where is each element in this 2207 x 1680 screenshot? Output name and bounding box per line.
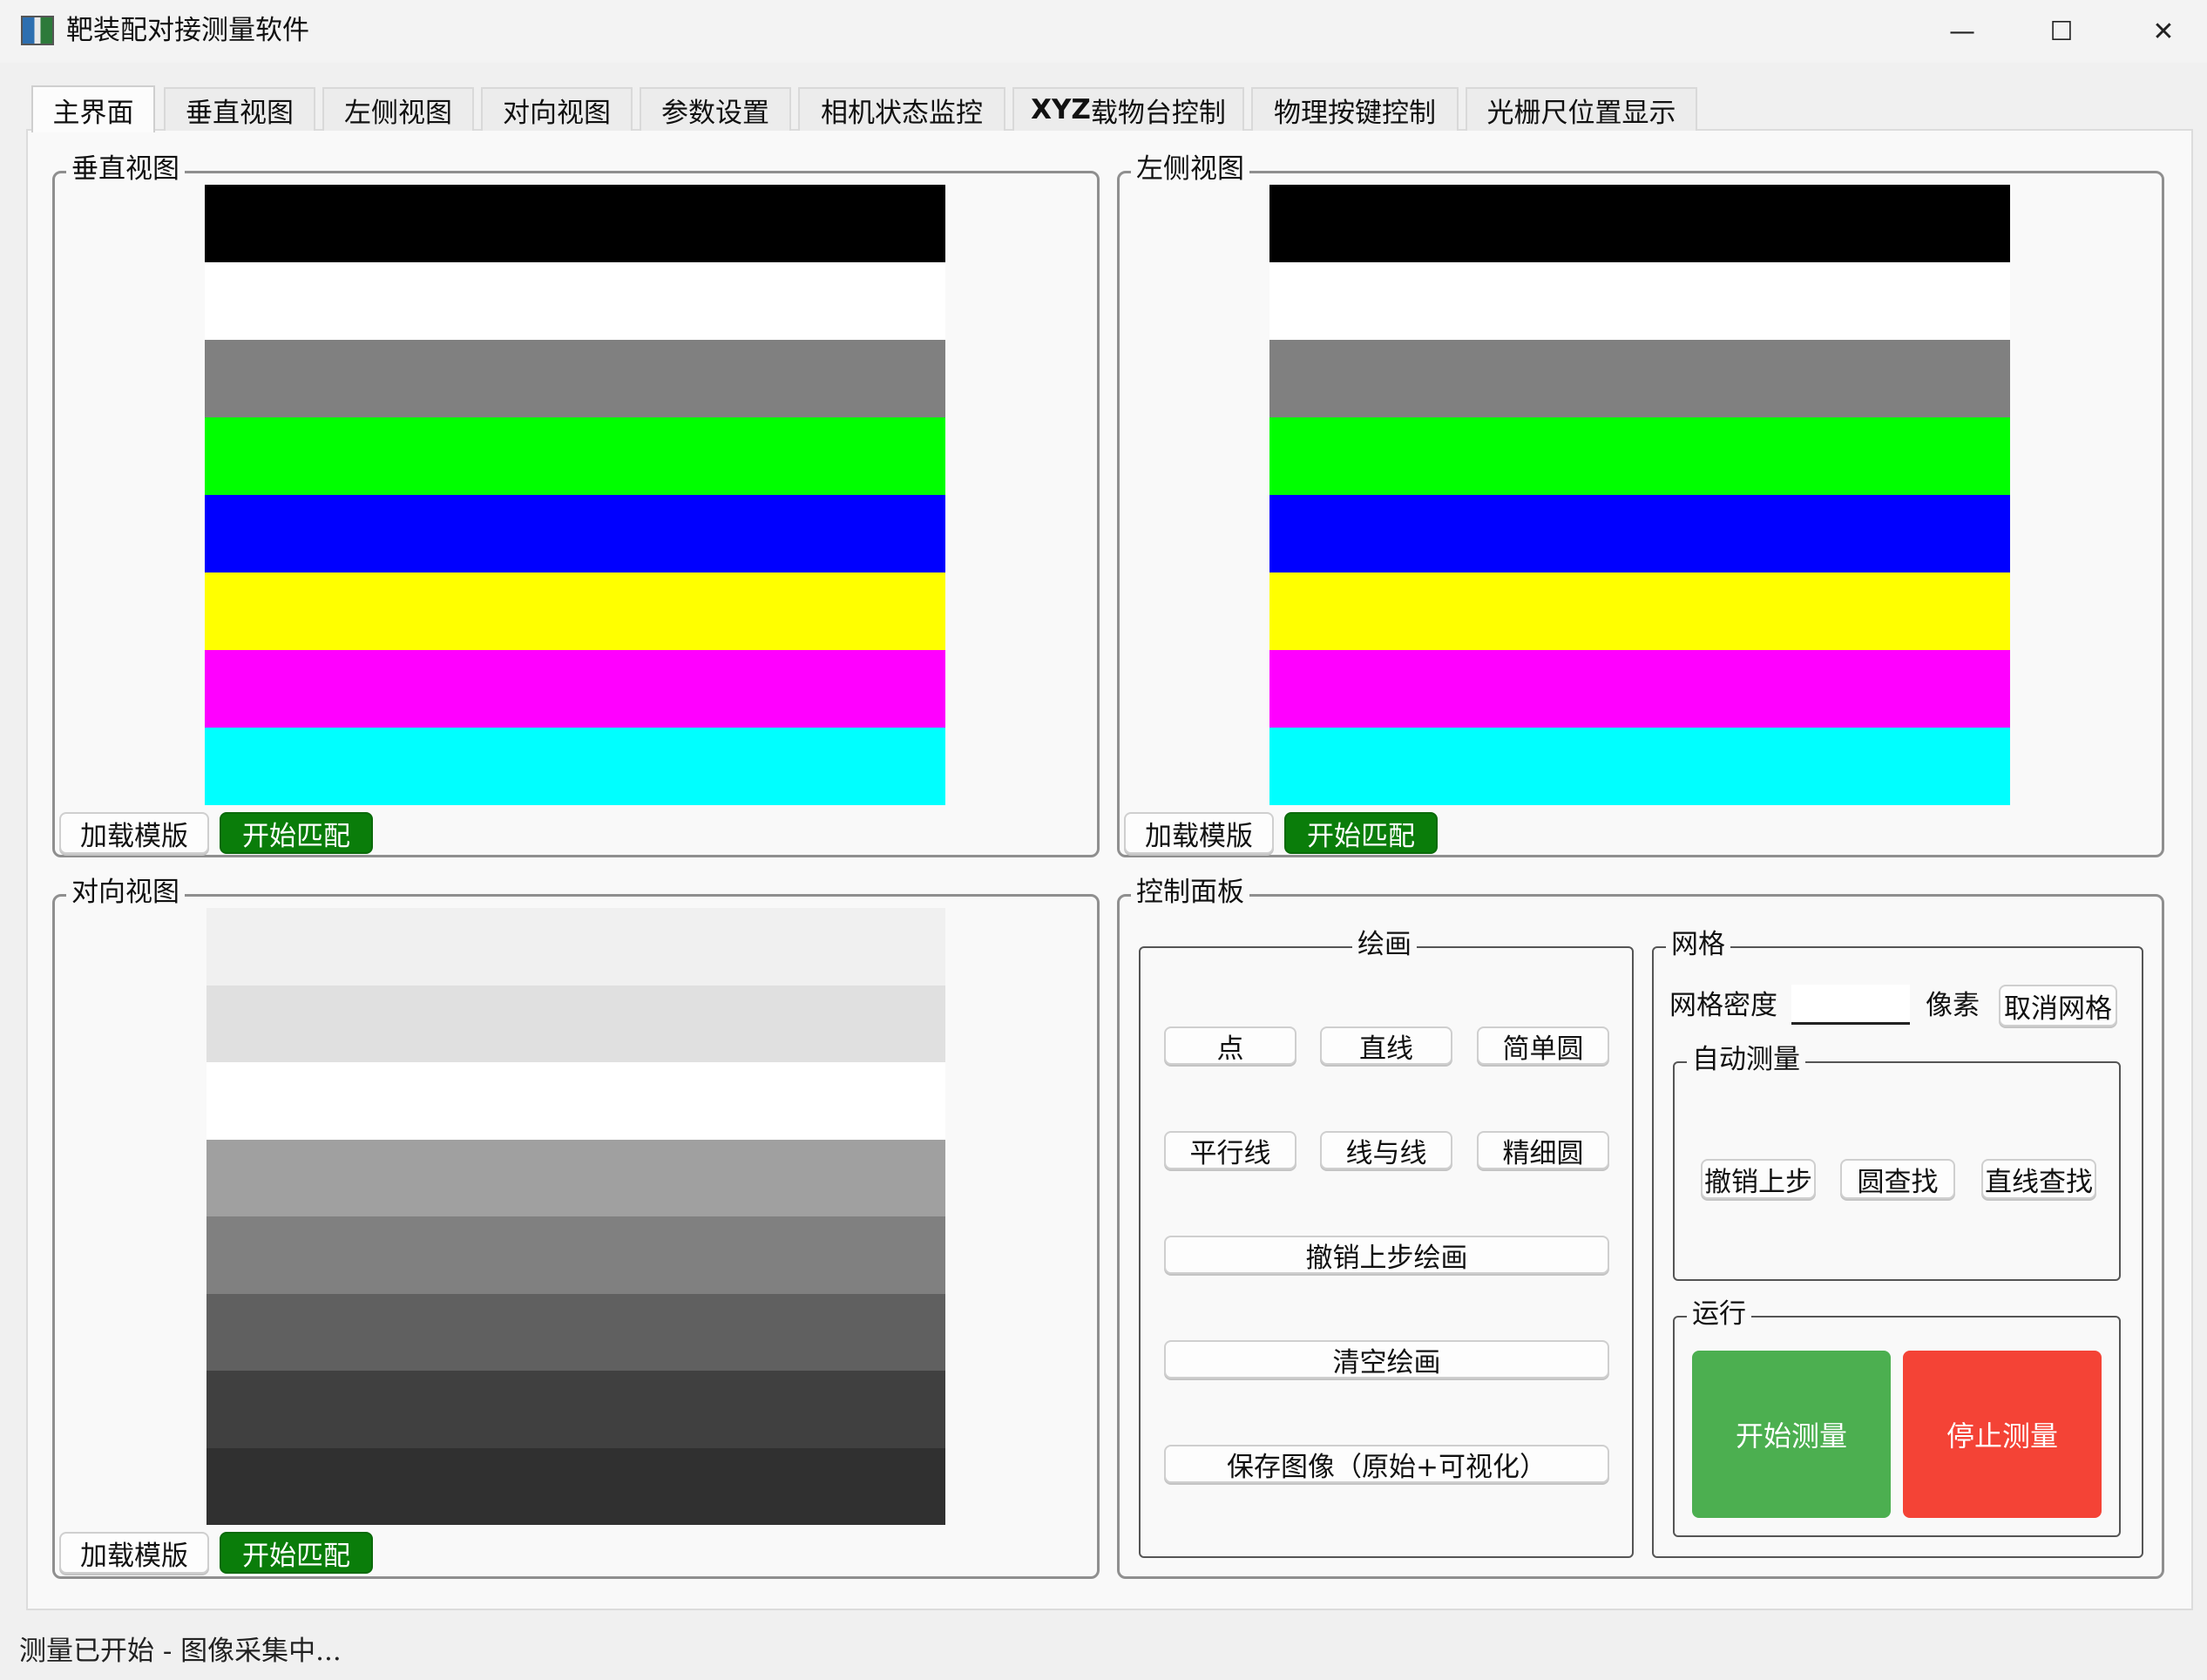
tab-opposite-view[interactable]: 对向视图 (481, 87, 633, 131)
stop-measure-button[interactable]: 停止测量 (1903, 1351, 2102, 1518)
drawing-title: 绘画 (1352, 929, 1417, 960)
draw-line-button[interactable]: 直线 (1320, 1026, 1452, 1065)
draw-parallel-lines-button[interactable]: 平行线 (1164, 1131, 1296, 1169)
draw-point-button[interactable]: 点 (1164, 1026, 1296, 1065)
image-band (205, 417, 945, 495)
image-band (206, 1293, 945, 1371)
tab-parameter-settings[interactable]: 参数设置 (640, 87, 791, 131)
image-band (206, 985, 945, 1062)
app-icon (21, 16, 54, 45)
image-band (206, 908, 945, 986)
grid-density-label: 网格密度 (1669, 990, 1777, 1021)
left-view-image[interactable] (1269, 185, 2010, 805)
image-band (205, 340, 945, 417)
tab-grating-position[interactable]: 光栅尺位置显示 (1466, 87, 1697, 131)
vertical-view-image[interactable] (205, 185, 945, 805)
control-panel-title: 控制面板 (1131, 877, 1249, 908)
tab-xyz-stage-control[interactable]: XYZ 载物台控制 (1012, 87, 1244, 131)
undo-drawing-button[interactable]: 撤销上步绘画 (1164, 1236, 1609, 1274)
close-button[interactable]: ✕ (2112, 0, 2207, 63)
tab-physical-keys[interactable]: 物理按键控制 (1251, 87, 1459, 131)
image-band (206, 1447, 945, 1525)
image-band (1269, 728, 2010, 805)
draw-simple-circle-button[interactable]: 简单圆 (1477, 1026, 1609, 1065)
tab-xyz-prefix: XYZ (1031, 94, 1091, 125)
image-band (1269, 340, 2010, 417)
image-band (205, 650, 945, 728)
image-band (1269, 262, 2010, 340)
start-measure-button[interactable]: 开始测量 (1692, 1351, 1891, 1518)
draw-fine-circle-button[interactable]: 精细圆 (1477, 1131, 1609, 1169)
image-band (1269, 572, 2010, 650)
opposite-view-image[interactable] (206, 908, 945, 1525)
auto-measure-title: 自动测量 (1687, 1044, 1805, 1075)
grid-title: 网格 (1666, 929, 1730, 960)
tab-vertical-view[interactable]: 垂直视图 (164, 87, 315, 131)
image-band (1269, 417, 2010, 495)
circle-find-button[interactable]: 圆查找 (1840, 1159, 1955, 1199)
left-view-title: 左侧视图 (1131, 153, 1249, 185)
vertical-view-title: 垂直视图 (66, 153, 185, 185)
draw-line-to-line-button[interactable]: 线与线 (1320, 1131, 1452, 1169)
tab-main[interactable]: 主界面 (31, 85, 155, 132)
tab-left-view[interactable]: 左侧视图 (322, 87, 474, 131)
image-band (1269, 185, 2010, 262)
vertical-load-template-button[interactable]: 加载模版 (59, 812, 209, 854)
window-title: 靶装配对接测量软件 (66, 15, 309, 45)
image-band (206, 1062, 945, 1140)
grid-unit-label: 像素 (1926, 990, 1980, 1021)
grid-density-input[interactable] (1791, 985, 1910, 1025)
minimize-button[interactable]: — (1911, 0, 2014, 63)
run-title: 运行 (1687, 1298, 1751, 1330)
maximize-button[interactable]: ☐ (2010, 0, 2113, 63)
line-find-button[interactable]: 直线查找 (1981, 1159, 2096, 1199)
image-band (206, 1139, 945, 1216)
auto-undo-button[interactable]: 撤销上步 (1701, 1159, 1816, 1199)
image-band (206, 1371, 945, 1448)
tab-xyz-label: 载物台控制 (1090, 97, 1226, 129)
image-band (205, 262, 945, 340)
image-band (1269, 495, 2010, 572)
status-bar: 测量已开始 - 图像采集中... (19, 1636, 342, 1667)
image-band (205, 185, 945, 262)
image-band (206, 1216, 945, 1294)
image-band (205, 728, 945, 805)
image-band (205, 572, 945, 650)
opposite-load-template-button[interactable]: 加载模版 (59, 1532, 209, 1574)
title-bar: 靶装配对接测量软件 — ☐ ✕ (0, 0, 2207, 63)
left-start-match-button[interactable]: 开始匹配 (1284, 812, 1438, 854)
vertical-start-match-button[interactable]: 开始匹配 (220, 812, 373, 854)
tab-camera-status[interactable]: 相机状态监控 (798, 87, 1005, 131)
image-band (205, 495, 945, 572)
clear-drawing-button[interactable]: 清空绘画 (1164, 1340, 1609, 1379)
image-band (1269, 650, 2010, 728)
opposite-view-title: 对向视图 (66, 877, 185, 908)
left-load-template-button[interactable]: 加载模版 (1124, 812, 1274, 854)
opposite-start-match-button[interactable]: 开始匹配 (220, 1532, 373, 1574)
save-image-button[interactable]: 保存图像（原始+可视化） (1164, 1445, 1609, 1483)
cancel-grid-button[interactable]: 取消网格 (1999, 985, 2117, 1026)
